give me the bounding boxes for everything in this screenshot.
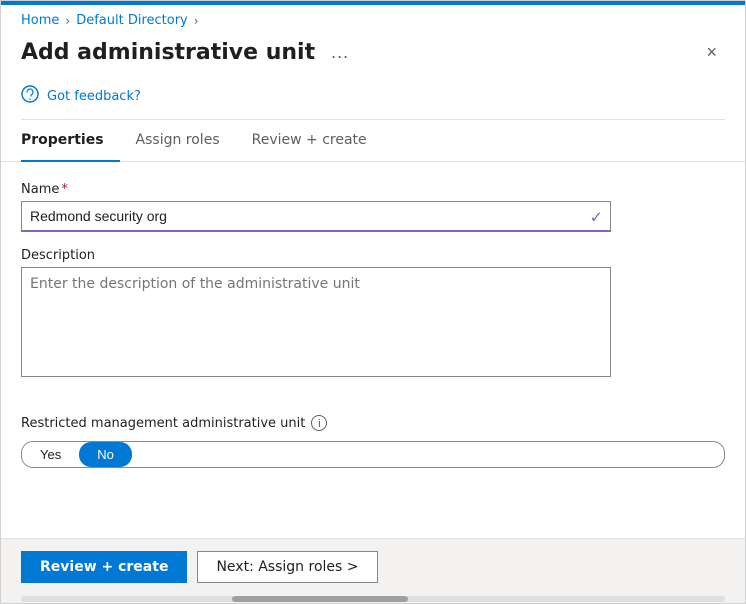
feedback-row: Got feedback? (1, 79, 745, 119)
required-star: * (61, 182, 68, 197)
breadcrumb-directory[interactable]: Default Directory (76, 13, 188, 28)
scrollbar-track (21, 596, 725, 602)
restricted-field-group: Restricted management administrative uni… (21, 415, 725, 468)
name-label: Name* (21, 182, 725, 197)
tabs-row: Properties Assign roles Review + create (1, 120, 745, 162)
header-row: Add administrative unit ... × (1, 34, 745, 79)
feedback-text[interactable]: Got feedback? (47, 89, 141, 104)
breadcrumb-home[interactable]: Home (21, 13, 59, 28)
description-field-group: Description (21, 248, 725, 399)
toggle-yes-button[interactable]: Yes (22, 442, 79, 467)
breadcrumb-sep-2: › (194, 14, 199, 28)
name-input-wrapper: ✓ (21, 201, 611, 232)
content-area: Name* ✓ Description Restricted managemen… (1, 162, 745, 538)
breadcrumb: Home › Default Directory › (1, 5, 745, 34)
footer: Review + create Next: Assign roles > (1, 538, 745, 595)
description-input[interactable] (21, 267, 611, 377)
header-left: Add administrative unit ... (21, 40, 355, 65)
modal: Home › Default Directory › Add administr… (0, 0, 746, 604)
info-icon[interactable]: i (311, 415, 327, 431)
check-icon: ✓ (590, 207, 603, 226)
ellipsis-button[interactable]: ... (325, 40, 355, 65)
restricted-label-row: Restricted management administrative uni… (21, 415, 725, 431)
description-label: Description (21, 248, 725, 263)
next-assign-roles-button[interactable]: Next: Assign roles > (197, 551, 377, 583)
close-button[interactable]: × (698, 38, 725, 67)
feedback-icon (21, 85, 39, 107)
toggle-wrapper: Yes No (21, 441, 725, 468)
scrollbar-thumb[interactable] (232, 596, 408, 602)
review-create-button[interactable]: Review + create (21, 551, 187, 583)
page-title: Add administrative unit (21, 40, 315, 65)
name-field-group: Name* ✓ (21, 182, 725, 232)
restricted-label: Restricted management administrative uni… (21, 416, 305, 431)
name-input[interactable] (21, 201, 611, 232)
breadcrumb-sep-1: › (65, 14, 70, 28)
toggle-no-button[interactable]: No (79, 442, 132, 467)
tab-assign-roles[interactable]: Assign roles (120, 120, 236, 162)
tab-review-create[interactable]: Review + create (236, 120, 383, 162)
tab-properties[interactable]: Properties (21, 120, 120, 162)
scrollbar-area (1, 595, 745, 603)
